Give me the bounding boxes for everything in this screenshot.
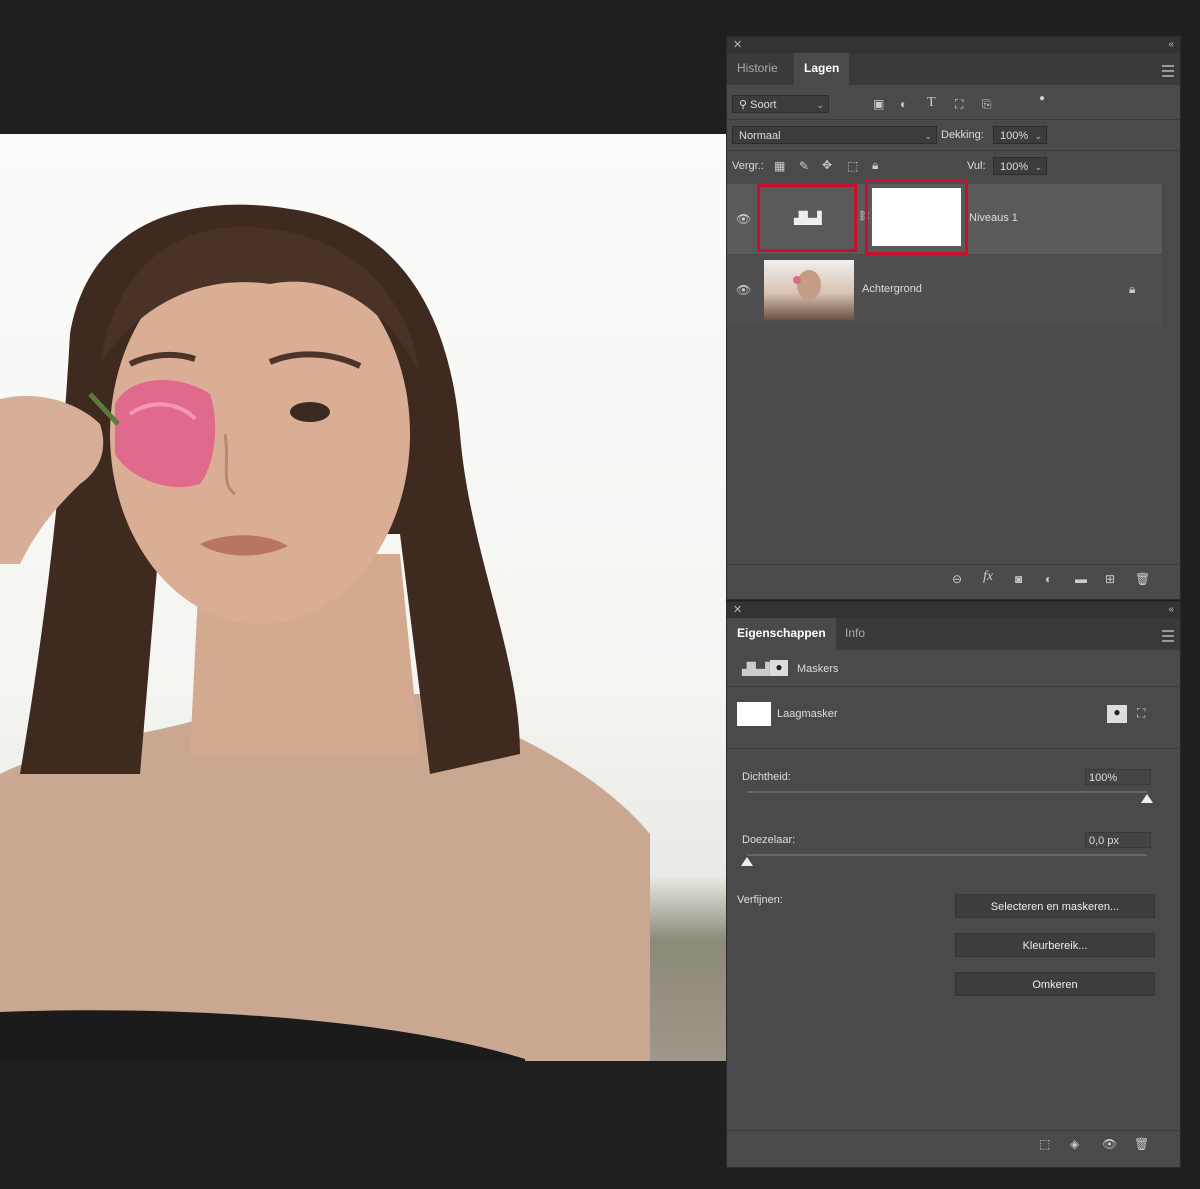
feather-label: Doezelaar:	[742, 834, 796, 846]
tab-layers[interactable]: Lagen	[794, 53, 850, 85]
opacity-field[interactable]: 100% ⌄	[993, 126, 1047, 144]
layer-mask-thumbnail[interactable]	[865, 179, 968, 255]
chevron-down-icon: ⌄	[924, 131, 932, 141]
divider	[727, 1130, 1180, 1131]
panel-topstrip: ✕ «	[727, 602, 1180, 618]
layer-name[interactable]: Niveaus 1	[969, 212, 1018, 224]
adjustment-layer-icon[interactable]: ◐	[1045, 572, 1052, 586]
load-selection-icon[interactable]: ⬚	[1039, 1137, 1050, 1151]
portrait-image	[0, 204, 650, 1061]
visibility-eye-icon[interactable]: 👁︎	[736, 283, 751, 297]
layer-name[interactable]: Achtergrond	[862, 283, 922, 295]
opacity-label: Dekking:	[941, 129, 984, 141]
filter-adjustment-icon[interactable]: ◐	[900, 97, 907, 111]
density-slider-track[interactable]	[747, 791, 1147, 793]
lock-label: Vergr.:	[732, 160, 764, 172]
panel-topstrip: ✕ «	[727, 37, 1180, 53]
new-layer-icon[interactable]: ⊞	[1105, 572, 1115, 586]
canvas-photo	[0, 134, 726, 1061]
visibility-eye-icon[interactable]: 👁︎	[736, 212, 751, 226]
panel-menu-icon[interactable]	[1162, 65, 1174, 77]
mask-type-label: Laagmasker	[777, 708, 838, 720]
mask-white	[872, 188, 961, 246]
filter-kind-label: Soort	[750, 99, 777, 111]
density-slider-thumb[interactable]	[1141, 794, 1153, 803]
add-mask-icon[interactable]: ◙	[1015, 572, 1022, 586]
feather-slider-track[interactable]	[747, 854, 1147, 856]
filter-image-icon[interactable]: ▣	[873, 97, 884, 111]
visibility-eye-icon[interactable]: 👁︎	[1102, 1137, 1117, 1151]
layers-panel: ✕ « Historie Lagen ⚲ Soort ⌄ ▣ ◐ T ⛶ ⎘ ●…	[726, 36, 1181, 600]
folder-icon[interactable]: ▬	[1075, 572, 1087, 586]
blend-mode-dropdown[interactable]: Normaal ⌄	[732, 126, 937, 144]
layer-row-levels[interactable]: 👁︎ ▟▙▟ ⛓︎ Niveaus 1	[727, 179, 1162, 255]
lock-paint-icon[interactable]: ✎	[799, 159, 809, 173]
levels-icon[interactable]: ▟▙▟	[742, 662, 770, 676]
trash-icon[interactable]: 🗑︎	[1134, 1137, 1149, 1151]
link-layers-icon[interactable]: ⊖	[952, 572, 962, 586]
chevron-down-icon: ⌄	[816, 100, 824, 110]
pixel-mask-icon[interactable]: ●	[1107, 705, 1127, 723]
thumb-face	[797, 270, 821, 300]
select-and-mask-button[interactable]: Selecteren en maskeren...	[955, 894, 1155, 918]
search-icon: ⚲	[739, 99, 748, 111]
trash-icon[interactable]: 🗑︎	[1135, 572, 1150, 586]
chevron-down-icon: ⌄	[1034, 131, 1042, 141]
properties-tabbar: Eigenschappen Info	[727, 618, 1180, 650]
levels-adjustment-thumbnail[interactable]: ▟▙▟	[757, 184, 857, 252]
lock-transparent-icon[interactable]: ▦	[774, 159, 785, 173]
lock-icon: 🔒︎	[1129, 282, 1136, 296]
density-value: 100%	[1089, 772, 1118, 784]
color-range-button[interactable]: Kleurbereik...	[955, 933, 1155, 957]
filter-toggle-icon[interactable]: ●	[1039, 92, 1045, 106]
layer-row-background[interactable]: 👁︎ Achtergrond 🔒︎	[727, 255, 1162, 325]
fill-label: Vul:	[967, 160, 986, 172]
close-icon[interactable]: ✕	[733, 602, 742, 618]
section-title: Maskers	[797, 663, 839, 675]
divider	[727, 686, 1180, 687]
collapse-icon[interactable]: «	[1168, 602, 1174, 618]
opacity-value: 100%	[1000, 130, 1029, 142]
fx-icon[interactable]: fx	[983, 570, 993, 584]
fill-value: 100%	[1000, 161, 1029, 173]
divider	[727, 119, 1180, 120]
density-field[interactable]: 100%	[1085, 769, 1151, 785]
filter-shape-icon[interactable]: ⛶	[955, 97, 963, 111]
tab-info[interactable]: Info	[835, 618, 875, 650]
close-icon[interactable]: ✕	[733, 37, 742, 53]
panel-menu-icon[interactable]	[1162, 630, 1174, 642]
layers-tabbar: Historie Lagen	[727, 53, 1180, 85]
filter-kind-dropdown[interactable]: ⚲ Soort ⌄	[732, 95, 829, 113]
divider	[727, 150, 1180, 151]
vector-mask-icon[interactable]: ⛶	[1137, 706, 1145, 720]
mask-icon[interactable]: ●	[770, 660, 788, 676]
apply-mask-icon[interactable]: ◈	[1070, 1137, 1079, 1151]
invert-button[interactable]: Omkeren	[955, 972, 1155, 996]
divider	[727, 748, 1180, 749]
tab-properties[interactable]: Eigenschappen	[727, 618, 836, 650]
density-label: Dichtheid:	[742, 771, 791, 783]
refine-label: Verfijnen:	[737, 894, 783, 906]
mask-preview-thumbnail	[737, 702, 771, 726]
lock-artboard-icon[interactable]: ⬚	[847, 159, 858, 173]
levels-histogram-icon: ▟▙▟	[794, 211, 822, 225]
fill-field[interactable]: 100% ⌄	[993, 157, 1047, 175]
background-layer-thumbnail[interactable]	[764, 260, 854, 320]
lock-move-icon[interactable]: ✥	[822, 158, 832, 172]
thumb-rose	[793, 276, 801, 284]
filter-type-icon[interactable]: T	[927, 96, 936, 110]
feather-value: 0,0 px	[1089, 835, 1119, 847]
collapse-icon[interactable]: «	[1168, 37, 1174, 53]
chevron-down-icon: ⌄	[1034, 162, 1042, 172]
filter-smart-object-icon[interactable]: ⎘	[982, 97, 992, 111]
feather-field[interactable]: 0,0 px	[1085, 832, 1151, 848]
feather-slider-thumb[interactable]	[741, 857, 753, 866]
divider	[727, 564, 1180, 565]
blend-mode-value: Normaal	[739, 130, 781, 142]
properties-panel: ✕ « Eigenschappen Info ▟▙▟ ● Maskers Laa…	[726, 601, 1181, 1168]
lock-all-icon[interactable]: 🔒︎	[872, 158, 878, 172]
tab-history[interactable]: Historie	[727, 53, 788, 85]
